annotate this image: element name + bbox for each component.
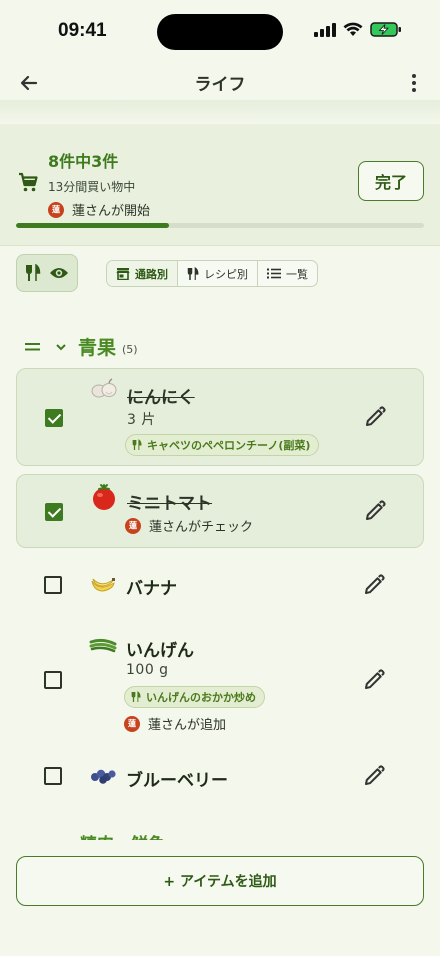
- list-item[interactable]: バナナ: [16, 556, 424, 614]
- utensils-icon: [26, 264, 41, 281]
- dynamic-island: [157, 14, 283, 50]
- banana-icon: [88, 573, 118, 597]
- list-item[interactable]: いんげん 100 g いんげんのおかか炒め 蓮 蓮さんが追加: [16, 628, 424, 736]
- edit-pencil-icon[interactable]: [363, 405, 387, 429]
- item-name: いんげん: [126, 641, 194, 661]
- edit-pencil-icon[interactable]: [362, 668, 386, 692]
- item-checkbox[interactable]: [44, 767, 62, 785]
- sort-segmented-control: 通路別 レシピ別 一覧: [106, 260, 318, 287]
- edit-pencil-icon[interactable]: [363, 499, 387, 523]
- wifi-icon: [343, 22, 363, 36]
- shopping-cart-icon: [19, 172, 38, 192]
- segment-label: レシピ別: [204, 267, 248, 281]
- added-by-text: 蓮さんが追加: [148, 718, 227, 733]
- eye-icon: [50, 268, 68, 278]
- elapsed-time: 13分間買い物中: [48, 180, 136, 194]
- segment-by-aisle[interactable]: 通路別: [107, 261, 178, 286]
- segment-by-recipe[interactable]: レシピ別: [178, 261, 258, 286]
- progress-bar-fill: [16, 223, 169, 228]
- drag-handle-icon[interactable]: [24, 341, 42, 353]
- done-button[interactable]: 完了: [358, 161, 424, 201]
- item-quantity: 100 g: [126, 662, 169, 678]
- status-icons: [314, 22, 402, 37]
- started-by: 蓮 蓮さんが開始: [48, 200, 150, 219]
- recipe-chip-label: いんげんのおかか炒め: [146, 691, 256, 704]
- status-time: 09:41: [58, 20, 107, 41]
- utensils-icon: [132, 439, 142, 450]
- avatar: 蓮: [124, 715, 140, 732]
- blueberry-icon: [88, 764, 118, 788]
- category-count: (5): [122, 343, 138, 356]
- item-name: ミニトマト: [127, 494, 212, 514]
- store-icon: [116, 267, 130, 280]
- category-header[interactable]: 青果 (5): [24, 333, 138, 360]
- signal-icon: [314, 22, 336, 37]
- item-quantity: 3 片: [127, 412, 156, 428]
- edit-pencil-icon[interactable]: [362, 573, 386, 597]
- app-bar: ライフ: [0, 60, 440, 104]
- progress-bar: [16, 223, 424, 228]
- list-icon: [267, 268, 281, 279]
- more-vert-icon[interactable]: [402, 70, 426, 96]
- utensils-icon: [187, 266, 199, 280]
- item-name: にんにく: [127, 388, 195, 408]
- progress-count: 8件中3件: [48, 152, 119, 171]
- utensils-icon: [131, 691, 141, 702]
- item-name: ブルーベリー: [126, 771, 228, 791]
- item-checkbox[interactable]: [45, 409, 63, 427]
- recipe-chip[interactable]: キャベツのペペロンチーノ(副菜): [125, 434, 320, 456]
- checked-by: 蓮 蓮さんがチェック: [125, 516, 253, 535]
- avatar: 蓮: [48, 201, 64, 218]
- item-checkbox[interactable]: [45, 503, 63, 521]
- segment-label: 一覧: [286, 267, 308, 281]
- garlic-icon: [89, 377, 119, 401]
- green-beans-icon: [88, 633, 118, 657]
- avatar: 蓮: [125, 517, 141, 534]
- shopping-progress-card: 8件中3件 13分間買い物中 蓮 蓮さんが開始 完了: [0, 124, 440, 246]
- battery-charging-icon: [370, 22, 401, 37]
- recipe-chip[interactable]: いんげんのおかか炒め: [124, 686, 265, 708]
- started-by-text: 蓮さんが開始: [72, 204, 151, 219]
- recipe-visibility-toggle[interactable]: [16, 254, 78, 292]
- tomato-icon: [89, 484, 119, 510]
- add-item-button[interactable]: + アイテムを追加: [16, 856, 424, 906]
- chevron-down-icon[interactable]: [54, 342, 68, 352]
- status-bar: 09:41: [0, 0, 440, 60]
- list-item[interactable]: ブルーベリー: [16, 748, 424, 806]
- item-checkbox[interactable]: [44, 671, 62, 689]
- segment-list[interactable]: 一覧: [258, 261, 317, 286]
- page-title: ライフ: [194, 75, 246, 94]
- list-item[interactable]: にんにく 3 片 キャベツのペペロンチーノ(副菜): [16, 368, 424, 466]
- added-by: 蓮 蓮さんが追加: [124, 714, 226, 733]
- appbar-shadow: [0, 100, 440, 124]
- recipe-chip-label: キャベツのペペロンチーノ(副菜): [147, 439, 311, 452]
- item-name: バナナ: [126, 579, 177, 599]
- category-name: 青果: [78, 337, 117, 359]
- edit-pencil-icon[interactable]: [362, 764, 386, 788]
- checked-by-text: 蓮さんがチェック: [149, 520, 254, 535]
- segment-label: 通路別: [135, 267, 168, 281]
- bottom-action-area: + アイテムを追加: [0, 840, 440, 956]
- item-checkbox[interactable]: [44, 576, 62, 594]
- list-item[interactable]: ミニトマト 蓮 蓮さんがチェック: [16, 474, 424, 548]
